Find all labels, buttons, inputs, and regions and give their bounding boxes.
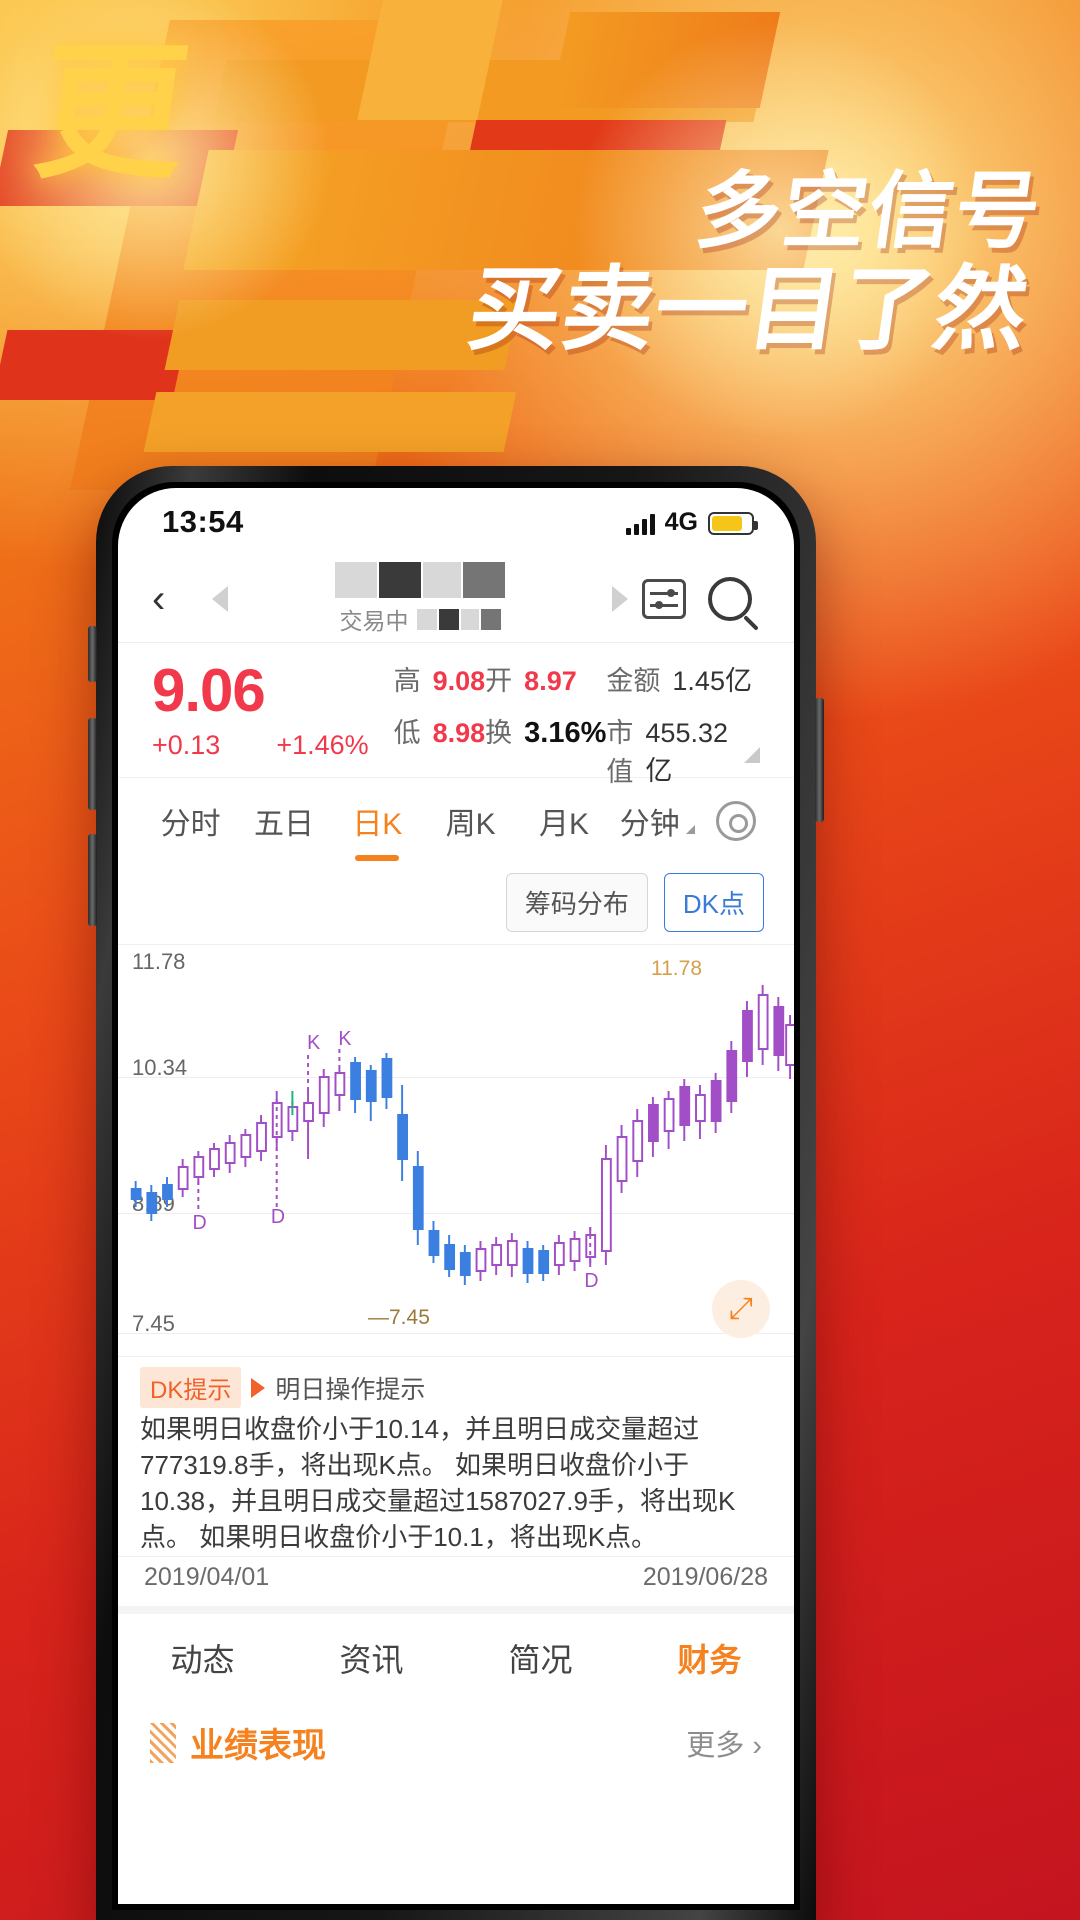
battery-icon bbox=[708, 511, 758, 535]
performance-card-header: 业绩表现 更多 › bbox=[118, 1702, 794, 1767]
phone-screen: 13:54 4G ‹ 交易中 9.06 +0.13 +1.46% 高 9.08 … bbox=[118, 488, 794, 1904]
quote-panel: 9.06 +0.13 +1.46% 高 9.08 低 8.98 开 8.97 换 3.1… bbox=[118, 643, 794, 787]
tab-zhouk[interactable]: 周K bbox=[424, 799, 517, 843]
section-tab-bar: 动态 资讯 简况 财务 bbox=[118, 1606, 794, 1702]
stock-title-block[interactable]: 交易中 bbox=[234, 562, 606, 636]
tab-fenzhong[interactable]: 分钟 bbox=[611, 799, 704, 843]
expand-corner-icon[interactable] bbox=[744, 747, 760, 763]
sliders-icon[interactable] bbox=[634, 579, 694, 619]
current-price: 9.06 bbox=[152, 657, 266, 724]
tab-label: 分时 bbox=[160, 807, 221, 841]
date-start: 2019/04/01 bbox=[144, 1563, 270, 1591]
stock-name-masked bbox=[335, 562, 505, 598]
d-signal-label: D bbox=[584, 1270, 598, 1292]
stat-key: 金额 bbox=[606, 666, 661, 696]
poster-headline: 多空信号 买卖一目了然 bbox=[462, 164, 1048, 362]
price-change-percent: +1.46% bbox=[276, 730, 369, 760]
network-type-label: 4G bbox=[664, 507, 698, 536]
phone-button-power bbox=[815, 698, 824, 822]
more-link[interactable]: 更多 › bbox=[686, 1722, 762, 1764]
performance-title: 业绩表现 bbox=[190, 1727, 326, 1765]
indicator-chip-row: 筹码分布 DK点 bbox=[118, 863, 794, 944]
k-signal-label: K bbox=[307, 1032, 320, 1054]
period-tab-bar: 分时 五日 日K 周K 月K 分钟 bbox=[118, 777, 794, 863]
stock-status-row: 交易中 bbox=[340, 602, 501, 636]
stat-value: 8.98 bbox=[432, 718, 486, 748]
play-triangle-icon bbox=[251, 1377, 266, 1398]
dk-tag-label: DK提示 bbox=[140, 1367, 242, 1408]
tab-yuek[interactable]: 月K bbox=[517, 799, 610, 843]
tab-label: 五日 bbox=[253, 807, 314, 841]
tab-wuri[interactable]: 五日 bbox=[237, 799, 330, 843]
candlestick-series: K K D D D bbox=[130, 985, 794, 1292]
poster-glyph: 更 bbox=[26, 31, 194, 196]
stat-value: 3.16% bbox=[524, 717, 607, 749]
stat-value: 8.97 bbox=[524, 666, 577, 696]
deco-stroke bbox=[357, 0, 503, 120]
d-signal-label: D bbox=[192, 1212, 206, 1234]
date-end: 2019/06/28 bbox=[642, 1563, 768, 1591]
navigation-bar: ‹ 交易中 bbox=[118, 556, 794, 642]
phone-button-mute bbox=[88, 626, 97, 682]
phone-bezel: 13:54 4G ‹ 交易中 9.06 +0.13 +1.46% 高 9.08 … bbox=[112, 482, 800, 1910]
gear-icon[interactable] bbox=[704, 800, 768, 841]
stat-key: 市值 bbox=[606, 718, 634, 787]
headline-line-1: 多空信号 bbox=[690, 164, 1048, 258]
status-bar: 13:54 4G bbox=[118, 488, 794, 556]
stat-value: 9.08 bbox=[432, 666, 486, 696]
deco-stroke bbox=[143, 392, 517, 452]
price-change: +0.13 bbox=[152, 730, 221, 760]
phone-button-volume-down bbox=[88, 834, 97, 926]
tab-label: 周K bbox=[445, 807, 496, 841]
d-signal-label: D bbox=[271, 1206, 285, 1228]
stock-status-label: 交易中 bbox=[339, 608, 409, 634]
search-icon[interactable] bbox=[700, 577, 760, 621]
tab-jiankuang[interactable]: 简况 bbox=[456, 1635, 625, 1681]
dk-tip-panel[interactable]: DK提示 明日操作提示 如果明日收盘价小于10.14，并且明日成交量超过7773… bbox=[118, 1356, 794, 1556]
k-signal-label: K bbox=[338, 1028, 351, 1050]
hatch-decor-icon bbox=[150, 1722, 176, 1763]
tab-rik[interactable]: 日K bbox=[331, 799, 424, 861]
tab-fenshi[interactable]: 分时 bbox=[144, 799, 237, 843]
stat-key: 高 bbox=[393, 666, 421, 696]
stat-value: 455.32亿 bbox=[645, 718, 728, 786]
chip-chouma-fenbu[interactable]: 筹码分布 bbox=[505, 873, 648, 932]
signal-bars-icon bbox=[625, 513, 655, 535]
fullscreen-expand-button[interactable]: ⤢ bbox=[712, 1280, 770, 1338]
tab-label: 月K bbox=[538, 807, 589, 841]
dk-subtitle: 明日操作提示 bbox=[275, 1375, 426, 1404]
chart-date-range: 2019/04/01 2019/06/28 bbox=[118, 1556, 794, 1606]
chevron-down-icon bbox=[685, 824, 695, 834]
phone-button-volume-up bbox=[88, 718, 97, 810]
dk-body-text: 如果明日收盘价小于10.14，并且明日成交量超过777319.8手，将出现K点。… bbox=[140, 1414, 736, 1552]
phone-mockup: 13:54 4G ‹ 交易中 9.06 +0.13 +1.46% 高 9.08 … bbox=[88, 466, 824, 1920]
stat-value: 1.45亿 bbox=[672, 666, 752, 696]
stat-key: 换 bbox=[485, 718, 513, 748]
stock-code-masked bbox=[416, 608, 501, 630]
triangle-left-icon[interactable] bbox=[212, 586, 228, 612]
tab-label: 分钟 bbox=[619, 807, 680, 841]
tab-dongtai[interactable]: 动态 bbox=[118, 1635, 287, 1681]
tab-zixun[interactable]: 资讯 bbox=[287, 1635, 456, 1681]
stat-key: 开 bbox=[485, 666, 513, 696]
status-time: 13:54 bbox=[162, 504, 244, 539]
chevron-right-icon: › bbox=[752, 1729, 762, 1762]
chevron-left-icon[interactable]: ‹ bbox=[152, 577, 206, 622]
tab-label: 日K bbox=[352, 807, 403, 841]
triangle-right-icon[interactable] bbox=[612, 586, 628, 612]
headline-line-2: 买卖一目了然 bbox=[462, 259, 1035, 362]
more-label: 更多 bbox=[686, 1729, 745, 1762]
candlestick-chart[interactable]: 11.78 10.34 8.89 7.45 11.78 —7.45 bbox=[118, 944, 794, 1356]
tab-caiwu[interactable]: 财务 bbox=[625, 1635, 794, 1681]
stat-key: 低 bbox=[393, 718, 421, 748]
chip-dk-dian[interactable]: DK点 bbox=[663, 873, 764, 932]
